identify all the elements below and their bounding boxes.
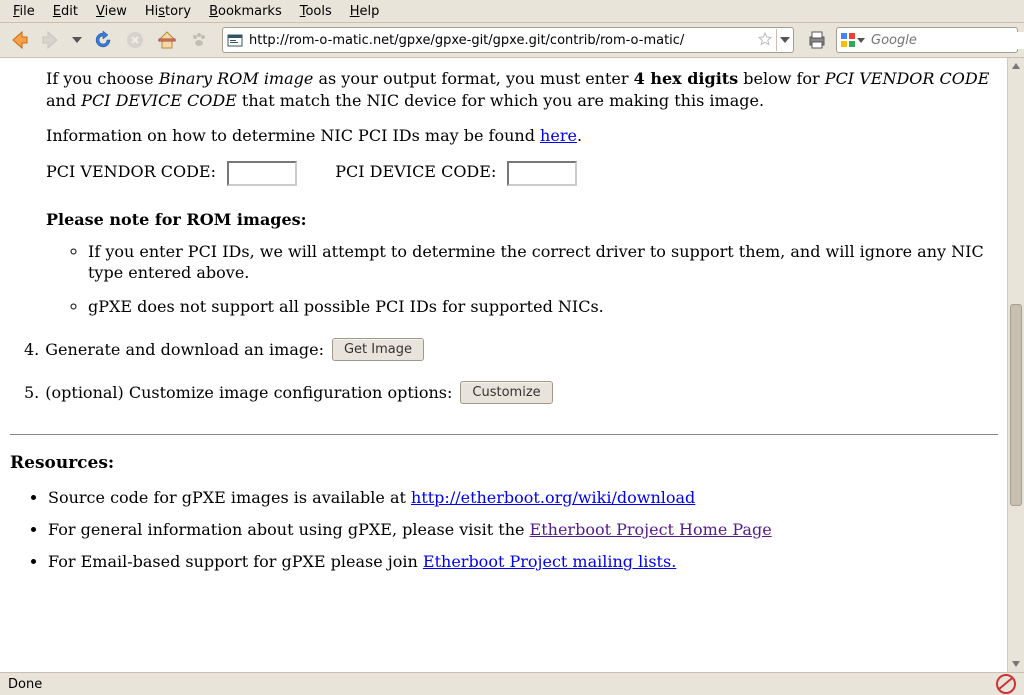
scroll-up-arrow-icon[interactable] <box>1008 58 1024 74</box>
intro-paragraph: If you choose Binary ROM image as your o… <box>46 68 1000 111</box>
reload-button[interactable] <box>90 27 116 53</box>
url-bar[interactable] <box>222 27 794 53</box>
search-engine-icon[interactable] <box>837 32 869 48</box>
menu-bookmarks[interactable]: Bookmarks <box>200 2 291 21</box>
device-code-label: PCI DEVICE CODE: <box>335 162 496 181</box>
rom-note-item-1: If you enter PCI IDs, we will attempt to… <box>88 241 1000 284</box>
rom-note-heading: Please note for ROM images: <box>46 210 1000 229</box>
recent-dropdown-button[interactable] <box>70 27 84 53</box>
rom-note-item-2: gPXE does not support all possible PCI I… <box>88 296 1000 318</box>
menu-file[interactable]: File <box>4 2 44 21</box>
vendor-code-input[interactable] <box>227 161 297 186</box>
paw-icon[interactable] <box>186 27 212 53</box>
step4-text: Generate and download an image: <box>45 340 324 359</box>
resources-item-2: For general information about using gPXE… <box>48 519 1000 541</box>
rom-note-list: If you enter PCI IDs, we will attempt to… <box>66 241 1000 318</box>
scroll-track[interactable] <box>1008 74 1024 656</box>
print-button[interactable] <box>804 27 830 53</box>
resources-item-3: For Email-based support for gPXE please … <box>48 551 1000 573</box>
get-image-button[interactable]: Get Image <box>332 338 424 361</box>
menu-edit[interactable]: Edit <box>44 2 87 21</box>
noscript-icon[interactable] <box>996 674 1016 694</box>
step5-text: (optional) Customize image configuration… <box>45 383 452 402</box>
url-input[interactable] <box>247 29 758 51</box>
home-button[interactable] <box>154 27 180 53</box>
back-button[interactable] <box>6 27 32 53</box>
vertical-scrollbar[interactable] <box>1007 58 1024 672</box>
bookmark-star-icon[interactable] <box>758 32 774 48</box>
menu-help[interactable]: Help <box>341 2 389 21</box>
step5-number: 5. <box>24 383 39 402</box>
site-favicon-icon <box>227 32 243 48</box>
resources-item-1: Source code for gPXE images is available… <box>48 487 1000 509</box>
search-input[interactable] <box>869 32 1024 49</box>
resources-heading: Resources: <box>10 453 1000 473</box>
pci-fields-row: PCI VENDOR CODE: PCI DEVICE CODE: <box>46 161 1000 186</box>
scroll-down-arrow-icon[interactable] <box>1008 656 1024 672</box>
source-code-link[interactable]: http://etherboot.org/wiki/download <box>411 488 695 507</box>
separator <box>10 434 998 435</box>
menu-tools[interactable]: Tools <box>291 2 341 21</box>
step4-number: 4. <box>24 340 39 359</box>
menu-history[interactable]: History <box>136 2 200 21</box>
status-bar: Done <box>0 673 1024 695</box>
info-line: Information on how to determine NIC PCI … <box>46 125 1000 147</box>
url-dropdown-button[interactable] <box>776 29 793 51</box>
mailing-lists-link[interactable]: Etherboot Project mailing lists. <box>423 552 676 571</box>
status-text: Done <box>8 677 42 692</box>
step4-row: 4. Generate and download an image: Get I… <box>24 338 1000 361</box>
step5-row: 5. (optional) Customize image configurat… <box>24 381 1000 404</box>
menu-view[interactable]: View <box>87 2 136 21</box>
search-bar[interactable] <box>836 27 1018 53</box>
etherboot-home-link[interactable]: Etherboot Project Home Page <box>530 520 772 539</box>
stop-button[interactable] <box>122 27 148 53</box>
menu-bar: File Edit View History Bookmarks Tools H… <box>0 0 1024 23</box>
resources-list: Source code for gPXE images is available… <box>26 487 1000 574</box>
forward-button[interactable] <box>38 27 64 53</box>
scroll-thumb[interactable] <box>1010 304 1022 506</box>
customize-button[interactable]: Customize <box>460 381 552 404</box>
toolbar <box>0 23 1024 58</box>
vendor-code-label: PCI VENDOR CODE: <box>46 162 216 181</box>
here-link[interactable]: here <box>540 126 577 145</box>
content-area: 3. ( optional — for Binary ROM image for… <box>0 58 1024 673</box>
device-code-input[interactable] <box>507 161 577 186</box>
